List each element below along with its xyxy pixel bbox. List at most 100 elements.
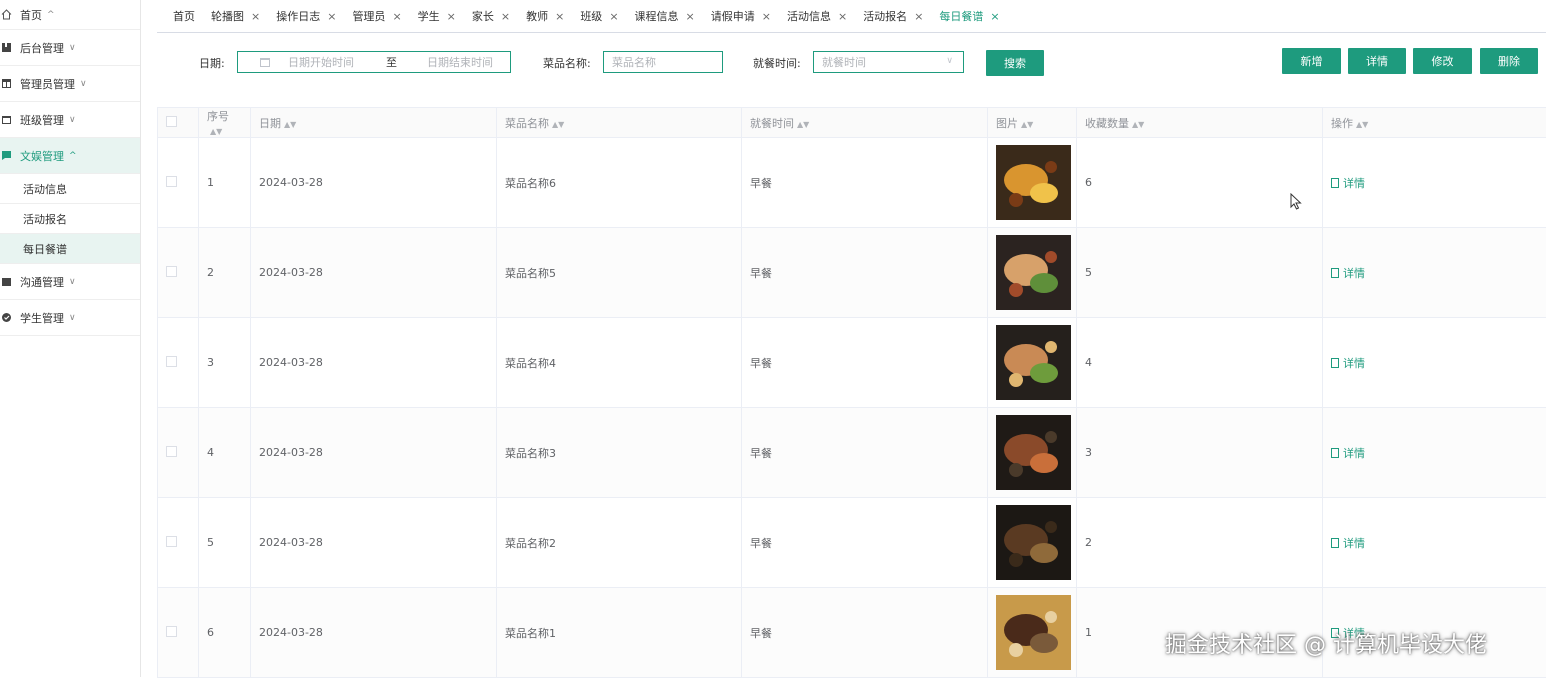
- tab-label[interactable]: 活动信息: [787, 8, 831, 24]
- tab-label[interactable]: 每日餐谱: [939, 8, 983, 24]
- tab-item[interactable]: 课程信息 ×: [635, 8, 695, 24]
- tab-item[interactable]: 活动报名×: [863, 8, 923, 24]
- tab-item[interactable]: 管理员×: [352, 8, 401, 24]
- tab-label[interactable]: 学生: [418, 8, 440, 24]
- close-icon[interactable]: ×: [762, 10, 771, 23]
- row-select-cell[interactable]: [158, 228, 199, 318]
- tab-item[interactable]: 请假申请 ×: [711, 8, 771, 24]
- row-detail-label[interactable]: 详情: [1343, 265, 1365, 281]
- table-row[interactable]: 1 2024-03-28 菜品名称6 早餐 6 详情: [158, 138, 1546, 228]
- close-icon[interactable]: ×: [686, 10, 695, 23]
- date-end-placeholder[interactable]: 日期结束时间: [427, 54, 493, 70]
- tab-label[interactable]: 教师: [526, 8, 548, 24]
- row-detail-label[interactable]: 详情: [1343, 535, 1365, 551]
- column-header-actions[interactable]: 操作▲▼: [1323, 108, 1546, 138]
- row-checkbox[interactable]: [166, 266, 177, 277]
- row-checkbox[interactable]: [166, 626, 177, 637]
- tab-item[interactable]: 教师 ×: [526, 8, 564, 24]
- close-icon[interactable]: ×: [251, 10, 260, 23]
- tab-item[interactable]: 轮播图 ×: [211, 8, 260, 24]
- detail-button[interactable]: 详情: [1348, 48, 1406, 74]
- column-header-dish-name[interactable]: 菜品名称▲▼: [497, 108, 742, 138]
- close-icon[interactable]: ×: [555, 10, 564, 23]
- tab-label[interactable]: 首页: [173, 8, 195, 24]
- close-icon[interactable]: ×: [447, 10, 456, 23]
- meal-time-select[interactable]: 就餐时间 ∨: [813, 51, 964, 73]
- sort-icon[interactable]: ▲▼: [552, 120, 564, 129]
- row-select-cell[interactable]: [158, 588, 199, 678]
- dish-name-input[interactable]: [603, 51, 723, 73]
- sort-icon[interactable]: ▲▼: [1021, 120, 1033, 129]
- sidebar-item-student[interactable]: 学生管理 ∨: [0, 300, 140, 336]
- dish-image[interactable]: [996, 145, 1071, 220]
- sort-icon[interactable]: ▲▼: [797, 120, 809, 129]
- row-checkbox[interactable]: [166, 446, 177, 457]
- sidebar-subitem-activity-signup[interactable]: 活动报名: [0, 204, 140, 234]
- row-detail-label[interactable]: 详情: [1343, 445, 1365, 461]
- select-all-checkbox[interactable]: [166, 116, 177, 127]
- tab-label[interactable]: 班级: [580, 8, 602, 24]
- row-detail-link[interactable]: 详情: [1331, 175, 1365, 191]
- sidebar-item-backend[interactable]: 后台管理 ∨: [0, 30, 140, 66]
- row-detail-link[interactable]: 详情: [1331, 445, 1365, 461]
- table-row[interactable]: 5 2024-03-28 菜品名称2 早餐 2 详情: [158, 498, 1546, 588]
- sort-icon[interactable]: ▲▼: [284, 120, 296, 129]
- row-detail-label[interactable]: 详情: [1343, 175, 1365, 191]
- tab-item[interactable]: 班级 ×: [580, 8, 618, 24]
- column-header-meal-time[interactable]: 就餐时间▲▼: [742, 108, 988, 138]
- dish-image[interactable]: [996, 505, 1071, 580]
- table-row[interactable]: 2 2024-03-28 菜品名称5 早餐 5 详情: [158, 228, 1546, 318]
- tab-item[interactable]: 家长 ×: [472, 8, 510, 24]
- column-header-date[interactable]: 日期▲▼: [251, 108, 497, 138]
- tab-label[interactable]: 请假申请: [711, 8, 755, 24]
- sidebar-item-entertainment[interactable]: 文娱管理 ^: [0, 138, 140, 174]
- table-row[interactable]: 4 2024-03-28 菜品名称3 早餐 3 详情: [158, 408, 1546, 498]
- tab-item[interactable]: 操作日志 ×: [276, 8, 336, 24]
- sidebar-item-home[interactable]: 首页 ^: [0, 0, 140, 30]
- select-all-cell[interactable]: [158, 108, 199, 138]
- row-detail-label[interactable]: 详情: [1343, 355, 1365, 371]
- sidebar-item-admin[interactable]: 管理员管理 ∨: [0, 66, 140, 102]
- row-checkbox[interactable]: [166, 176, 177, 187]
- sidebar-subitem-daily-menu[interactable]: 每日餐谱: [0, 234, 140, 264]
- column-header-no[interactable]: 序号▲▼: [199, 108, 251, 138]
- tab-item[interactable]: 首页: [173, 8, 195, 24]
- tab-item[interactable]: 活动信息×: [787, 8, 847, 24]
- column-header-image[interactable]: 图片▲▼: [988, 108, 1077, 138]
- tab-label[interactable]: 家长: [472, 8, 494, 24]
- close-icon[interactable]: ×: [327, 10, 336, 23]
- date-range-picker[interactable]: 日期开始时间 至 日期结束时间: [237, 51, 511, 73]
- delete-button[interactable]: 删除: [1480, 48, 1538, 74]
- dish-image[interactable]: [996, 235, 1071, 310]
- row-select-cell[interactable]: [158, 138, 199, 228]
- close-icon[interactable]: ×: [990, 10, 999, 23]
- sort-icon[interactable]: ▲▼: [1356, 120, 1368, 129]
- add-button[interactable]: 新增: [1282, 48, 1341, 74]
- close-icon[interactable]: ×: [392, 10, 401, 23]
- sidebar-item-communication[interactable]: 沟通管理 ∨: [0, 264, 140, 300]
- close-icon[interactable]: ×: [609, 10, 618, 23]
- tab-item[interactable]: 每日餐谱 ×: [939, 8, 999, 24]
- dish-image[interactable]: [996, 325, 1071, 400]
- tab-label[interactable]: 课程信息: [635, 8, 679, 24]
- dish-image[interactable]: [996, 595, 1071, 670]
- date-start-placeholder[interactable]: 日期开始时间: [288, 54, 354, 70]
- tab-label[interactable]: 操作日志: [276, 8, 320, 24]
- tab-label[interactable]: 活动报名: [863, 8, 907, 24]
- row-detail-link[interactable]: 详情: [1331, 265, 1365, 281]
- edit-button[interactable]: 修改: [1413, 48, 1472, 74]
- row-select-cell[interactable]: [158, 498, 199, 588]
- row-select-cell[interactable]: [158, 408, 199, 498]
- sort-icon[interactable]: ▲▼: [1132, 120, 1144, 129]
- sort-icon[interactable]: ▲▼: [210, 127, 222, 136]
- row-detail-link[interactable]: 详情: [1331, 355, 1365, 371]
- close-icon[interactable]: ×: [501, 10, 510, 23]
- table-row[interactable]: 3 2024-03-28 菜品名称4 早餐 4 详情: [158, 318, 1546, 408]
- row-select-cell[interactable]: [158, 318, 199, 408]
- tab-item[interactable]: 学生 ×: [418, 8, 456, 24]
- search-button[interactable]: 搜索: [986, 50, 1044, 76]
- row-checkbox[interactable]: [166, 356, 177, 367]
- tab-label[interactable]: 轮播图: [211, 8, 244, 24]
- dish-image[interactable]: [996, 415, 1071, 490]
- sidebar-subitem-activity-info[interactable]: 活动信息: [0, 174, 140, 204]
